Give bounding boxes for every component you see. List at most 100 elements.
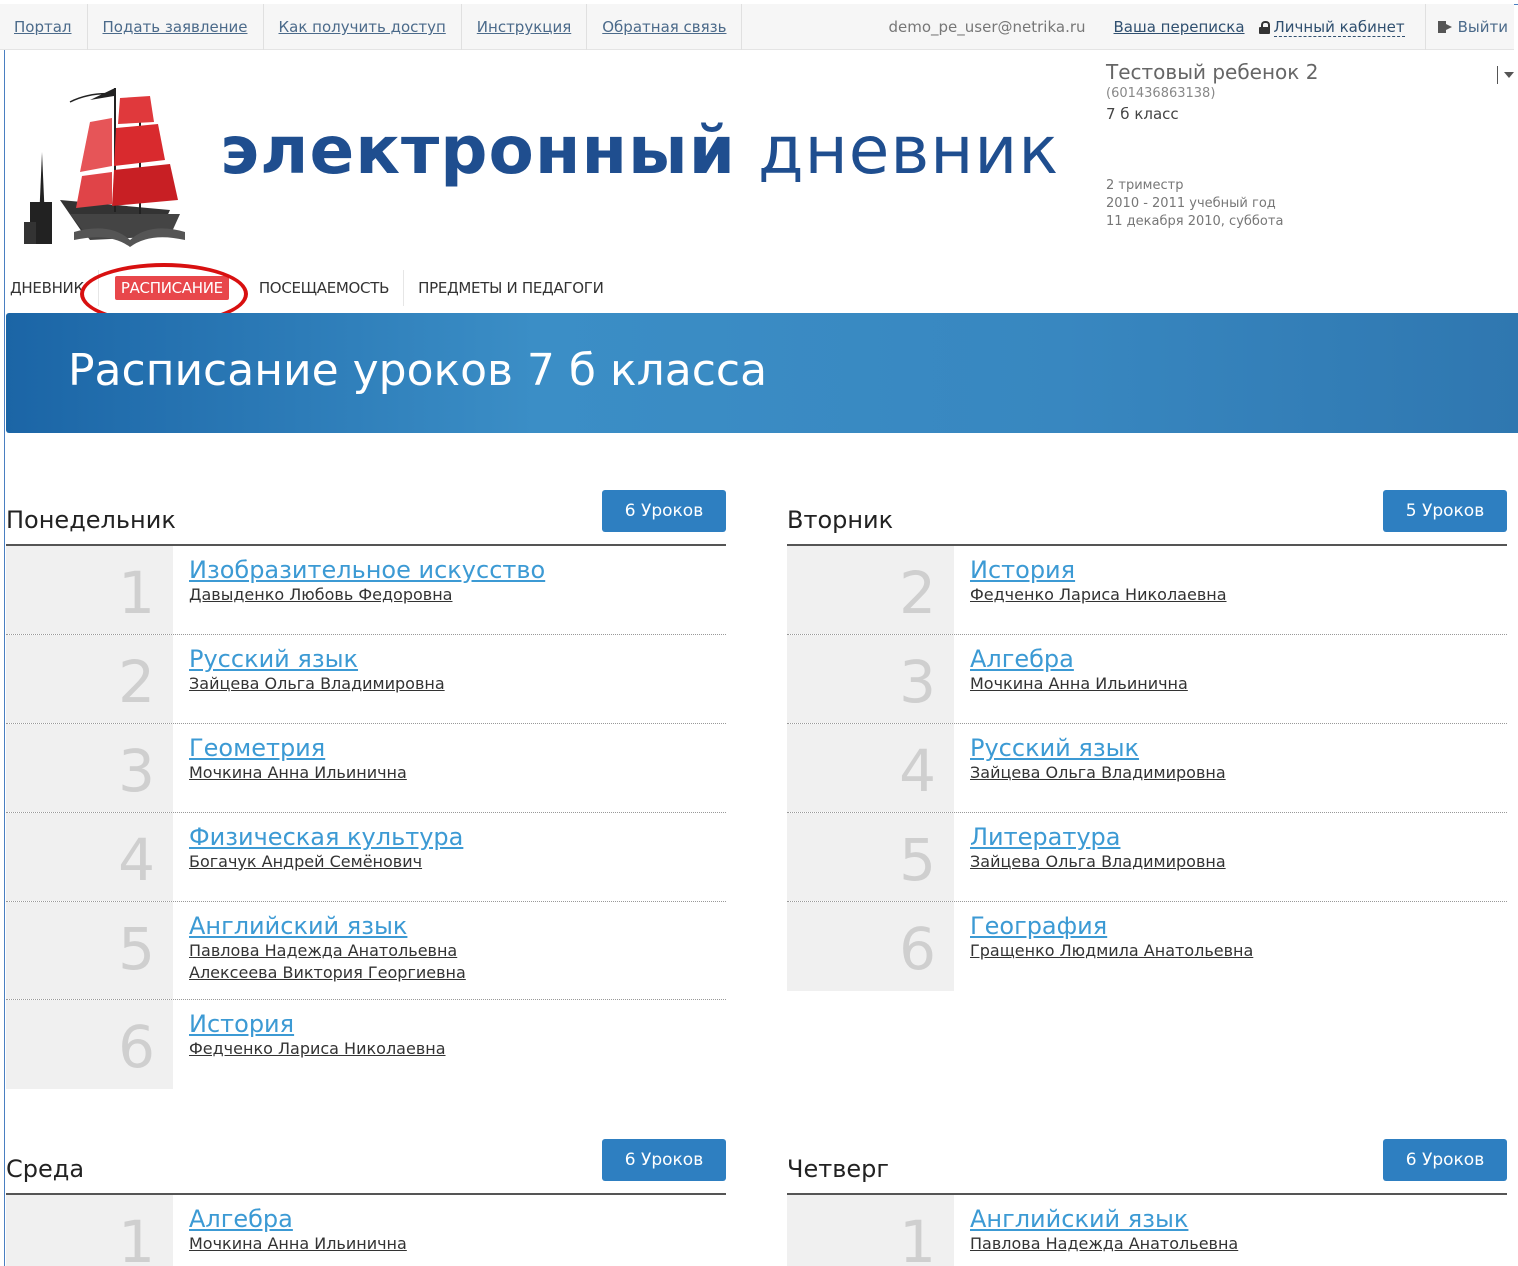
user-area: demo_pe_user@netrika.ru Ваша переписка Л… <box>889 4 1515 50</box>
period-info: 2 триместр 2010 - 2011 учебный год 11 де… <box>1106 177 1466 231</box>
teacher-link[interactable]: Зайцева Ольга Владимировна <box>970 762 1226 784</box>
chevron-down-icon <box>1504 72 1514 78</box>
feedback-link[interactable]: Обратная связь <box>587 4 743 50</box>
teacher-link[interactable]: Алексеева Виктория Георгиевна <box>189 962 466 984</box>
teacher-link[interactable]: Богачук Андрей Семёнович <box>189 851 463 873</box>
day-header: Понедельник 6 Уроков <box>6 490 726 546</box>
day-tuesday: Вторник 5 Уроков 2 История Федченко Лари… <box>787 490 1507 991</box>
lesson-count-button[interactable]: 5 Уроков <box>1383 490 1507 532</box>
teacher-link[interactable]: Федченко Лариса Николаевна <box>189 1038 446 1060</box>
lesson-count-button[interactable]: 6 Уроков <box>602 1139 726 1181</box>
cabinet-link[interactable]: Личный кабинет <box>1258 17 1405 37</box>
student-info: Тестовый ребенок 2 (601436863138) 7 б кл… <box>1106 60 1466 231</box>
lesson-number: 2 <box>6 635 173 723</box>
top-links: Портал Подать заявление Как получить дос… <box>0 4 743 50</box>
portal-link[interactable]: Портал <box>0 4 88 50</box>
lesson-info: Литература Зайцева Ольга Владимировна <box>954 813 1226 901</box>
divider <box>1497 66 1498 84</box>
school-year: 2010 - 2011 учебный год <box>1106 196 1276 211</box>
lesson-row: 1 Английский язык Павлова Надежда Анатол… <box>787 1195 1507 1266</box>
lesson-info: Алгебра Мочкина Анна Ильинична <box>954 635 1188 723</box>
lesson-number: 1 <box>6 1195 173 1266</box>
subject-link[interactable]: История <box>970 556 1227 584</box>
subject-link[interactable]: Английский язык <box>189 912 466 940</box>
subject-link[interactable]: Алгебра <box>189 1205 407 1233</box>
lesson-row: 5 Литература Зайцева Ольга Владимировна <box>787 813 1507 902</box>
lesson-info: Геометрия Мочкина Анна Ильинична <box>173 724 407 812</box>
messages-link[interactable]: Ваша переписка <box>1114 18 1245 36</box>
teacher-link[interactable]: Зайцева Ольга Владимировна <box>970 851 1226 873</box>
logout-label: Выйти <box>1457 18 1508 36</box>
teacher-link[interactable]: Федченко Лариса Николаевна <box>970 584 1227 606</box>
day-header: Вторник 5 Уроков <box>787 490 1507 546</box>
lesson-info: История Федченко Лариса Николаевна <box>173 1000 446 1089</box>
lesson-info: Русский язык Зайцева Ольга Владимировна <box>173 635 445 723</box>
subject-link[interactable]: Английский язык <box>970 1205 1238 1233</box>
site-title-part1: электронный <box>220 112 736 189</box>
lesson-row: 2 История Федченко Лариса Николаевна <box>787 546 1507 635</box>
teacher-link[interactable]: Мочкина Анна Ильинична <box>189 762 407 784</box>
lesson-number: 3 <box>6 724 173 812</box>
lesson-row: 5 Английский язык Павлова Надежда Анатол… <box>6 902 726 1000</box>
lesson-info: Английский язык Павлова Надежда Анатолье… <box>954 1195 1238 1266</box>
page-banner: Расписание уроков 7 б класса <box>6 313 1518 433</box>
day-title: Понедельник <box>6 506 176 534</box>
day-thursday: Четверг 6 Уроков 1 Английский язык Павло… <box>787 1139 1507 1266</box>
apply-link[interactable]: Подать заявление <box>88 4 264 50</box>
day-header: Четверг 6 Уроков <box>787 1139 1507 1195</box>
student-id: (601436863138) <box>1106 86 1216 101</box>
lesson-info: Английский язык Павлова Надежда Анатолье… <box>173 902 466 999</box>
lesson-number: 1 <box>6 546 173 634</box>
lesson-number: 6 <box>787 902 954 991</box>
subject-link[interactable]: Литература <box>970 823 1226 851</box>
teacher-link[interactable]: Давыденко Любовь Федоровна <box>189 584 545 606</box>
current-date: 11 декабря 2010, суббота <box>1106 214 1284 229</box>
lesson-row: 1 Изобразительное искусство Давыденко Лю… <box>6 546 726 635</box>
cabinet-label: Личный кабинет <box>1273 17 1405 37</box>
teacher-link[interactable]: Павлова Надежда Анатольевна <box>189 940 466 962</box>
lesson-row: 6 География Гращенко Людмила Анатольевна <box>787 902 1507 991</box>
lesson-info: Изобразительное искусство Давыденко Любо… <box>173 546 545 634</box>
lock-icon <box>1258 20 1270 34</box>
lesson-row: 3 Геометрия Мочкина Анна Ильинична <box>6 724 726 813</box>
teacher-link[interactable]: Зайцева Ольга Владимировна <box>189 673 445 695</box>
lesson-row: 4 Физическая культура Богачук Андрей Сем… <box>6 813 726 902</box>
student-name: Тестовый ребенок 2 <box>1106 60 1319 84</box>
lesson-count-button[interactable]: 6 Уроков <box>1383 1139 1507 1181</box>
lesson-count-button[interactable]: 6 Уроков <box>602 490 726 532</box>
subject-link[interactable]: История <box>189 1010 446 1038</box>
lesson-info: География Гращенко Людмила Анатольевна <box>954 902 1253 991</box>
access-link[interactable]: Как получить доступ <box>264 4 462 50</box>
top-navbar: Портал Подать заявление Как получить дос… <box>0 4 1514 50</box>
logout-icon <box>1437 21 1454 33</box>
lesson-number: 4 <box>787 724 954 812</box>
subject-link[interactable]: Геометрия <box>189 734 407 762</box>
lesson-row: 3 Алгебра Мочкина Анна Ильинична <box>787 635 1507 724</box>
tab-subjects[interactable]: Предметы и педагоги <box>404 270 617 306</box>
day-monday: Понедельник 6 Уроков 1 Изобразительное и… <box>6 490 726 1089</box>
teacher-link[interactable]: Гращенко Людмила Анатольевна <box>970 940 1253 962</box>
subject-link[interactable]: Изобразительное искусство <box>189 556 545 584</box>
ship-logo <box>24 88 185 247</box>
subject-link[interactable]: Русский язык <box>189 645 445 673</box>
site-title: электронный дневник <box>220 112 1059 189</box>
tab-attendance[interactable]: Посещаемость <box>245 270 405 306</box>
teacher-link[interactable]: Павлова Надежда Анатольевна <box>970 1233 1238 1255</box>
student-switcher[interactable] <box>1497 66 1514 84</box>
day-title: Среда <box>6 1155 85 1183</box>
lesson-row: 6 История Федченко Лариса Николаевна <box>6 1000 726 1089</box>
lesson-row: 2 Русский язык Зайцева Ольга Владимировн… <box>6 635 726 724</box>
subject-link[interactable]: Физическая культура <box>189 823 463 851</box>
subject-link[interactable]: География <box>970 912 1253 940</box>
instructions-link[interactable]: Инструкция <box>462 4 588 50</box>
day-title: Вторник <box>787 506 894 534</box>
lesson-info: Физическая культура Богачук Андрей Семён… <box>173 813 463 901</box>
logout-button[interactable]: Выйти <box>1424 4 1514 50</box>
teacher-link[interactable]: Мочкина Анна Ильинична <box>189 1233 407 1255</box>
day-title: Четверг <box>787 1155 889 1183</box>
lesson-row: 4 Русский язык Зайцева Ольга Владимировн… <box>787 724 1507 813</box>
subject-link[interactable]: Алгебра <box>970 645 1188 673</box>
subject-link[interactable]: Русский язык <box>970 734 1226 762</box>
lesson-number: 5 <box>787 813 954 901</box>
teacher-link[interactable]: Мочкина Анна Ильинична <box>970 673 1188 695</box>
